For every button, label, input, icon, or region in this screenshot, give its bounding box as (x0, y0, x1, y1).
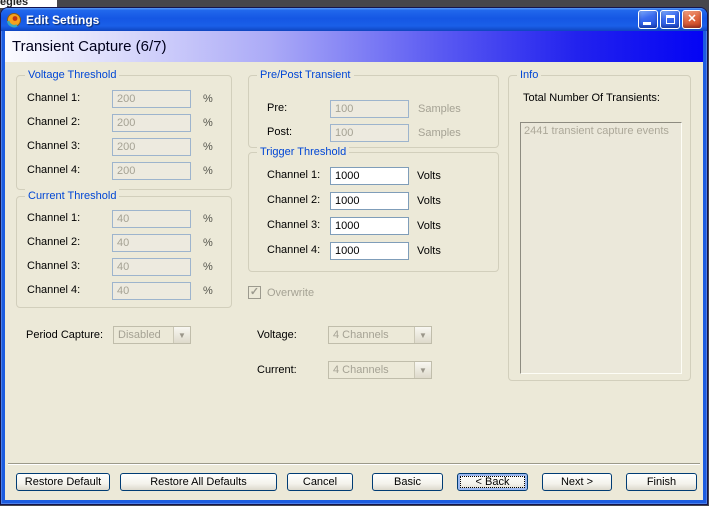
overwrite-row: ✓ Overwrite (248, 286, 314, 299)
overwrite-label: Overwrite (267, 286, 315, 299)
dialog-body: Voltage Threshold Channel 1:% Channel 2:… (5, 62, 703, 500)
cancel-button[interactable]: Cancel (287, 473, 353, 491)
close-icon: ✕ (687, 13, 697, 25)
period-capture-select: Disabled ▼ (113, 326, 191, 344)
close-button[interactable]: ✕ (682, 10, 702, 29)
trigger-ch2-unit: Volts (417, 195, 441, 207)
trigger-ch3-input[interactable] (330, 217, 409, 235)
trigger-threshold-group: Trigger Threshold Channel 1: Volts Channe… (248, 145, 499, 272)
prepost-title: Pre/Post Transient (257, 68, 354, 83)
trigger-ch1-label: Channel 1: (267, 169, 321, 181)
info-group: Info Total Number Of Transients: 2441 tr… (508, 68, 691, 381)
current-select-value: 4 Channels (333, 364, 389, 376)
page-title: Transient Capture (6/7) (12, 38, 167, 55)
current-ch2-unit: % (203, 237, 213, 249)
app-icon (6, 12, 21, 27)
voltage-select-label: Voltage: (257, 329, 297, 341)
trigger-ch2-label: Channel 2: (267, 194, 321, 206)
voltage-ch4-label: Channel 4: (27, 164, 81, 176)
trigger-ch3-label: Channel 3: (267, 219, 321, 231)
voltage-ch2-unit: % (203, 117, 213, 129)
back-button[interactable]: < Back (457, 473, 528, 491)
trigger-ch4-unit: Volts (417, 245, 441, 257)
voltage-ch2-input (112, 114, 191, 132)
prepost-transient-group: Pre/Post Transient Pre: Samples Post: Samp… (248, 68, 499, 148)
check-icon: ✓ (249, 286, 260, 298)
finish-button[interactable]: Finish (626, 473, 697, 491)
trigger-ch1-unit: Volts (417, 170, 441, 182)
background-window-fragment: egies (0, 0, 57, 8)
next-button[interactable]: Next > (542, 473, 612, 491)
period-capture-label: Period Capture: (26, 329, 104, 341)
transients-listbox[interactable]: 2441 transient capture events (520, 122, 682, 374)
basic-button[interactable]: Basic (372, 473, 443, 491)
post-unit: Samples (418, 127, 461, 139)
chevron-down-icon: ▼ (414, 362, 431, 378)
voltage-threshold-title: Voltage Threshold (25, 68, 120, 83)
voltage-ch4-input (112, 162, 191, 180)
voltage-ch2-label: Channel 2: (27, 116, 81, 128)
trigger-ch4-label: Channel 4: (267, 244, 321, 256)
voltage-select-value: 4 Channels (333, 329, 389, 341)
restore-all-defaults-button[interactable]: Restore All Defaults (120, 473, 277, 491)
current-threshold-title: Current Threshold (25, 189, 120, 204)
current-threshold-group: Current Threshold Channel 1:% Channel 2:… (16, 189, 232, 308)
pre-input (330, 100, 409, 118)
button-bar-divider (8, 463, 700, 465)
wizard-step-banner: Transient Capture (6/7) (5, 31, 703, 62)
overwrite-checkbox: ✓ (248, 286, 261, 299)
current-ch4-unit: % (203, 285, 213, 297)
voltage-ch1-label: Channel 1: (27, 92, 81, 104)
transients-list-item: 2441 transient capture events (524, 125, 669, 137)
voltage-ch4-unit: % (203, 165, 213, 177)
current-ch3-input (112, 258, 191, 276)
pre-unit: Samples (418, 103, 461, 115)
period-capture-value: Disabled (118, 329, 161, 341)
voltage-ch1-unit: % (203, 93, 213, 105)
trigger-threshold-title: Trigger Threshold (257, 145, 350, 160)
current-select-label: Current: (257, 364, 297, 376)
current-ch1-input (112, 210, 191, 228)
trigger-ch4-input[interactable] (330, 242, 409, 260)
voltage-channels-select: 4 Channels ▼ (328, 326, 432, 344)
voltage-threshold-group: Voltage Threshold Channel 1:% Channel 2:… (16, 68, 232, 190)
total-transients-label: Total Number Of Transients: (523, 92, 660, 104)
title-bar[interactable]: Edit Settings ✕ (1, 8, 707, 31)
restore-default-button[interactable]: Restore Default (16, 473, 110, 491)
current-ch2-input (112, 234, 191, 252)
trigger-ch2-input[interactable] (330, 192, 409, 210)
window-title: Edit Settings (26, 12, 100, 27)
voltage-ch3-input (112, 138, 191, 156)
current-ch4-label: Channel 4: (27, 284, 81, 296)
voltage-ch1-input (112, 90, 191, 108)
trigger-ch3-unit: Volts (417, 220, 441, 232)
minimize-icon (643, 22, 651, 25)
minimize-button[interactable] (638, 10, 658, 29)
post-input (330, 124, 409, 142)
current-ch3-unit: % (203, 261, 213, 273)
voltage-ch3-unit: % (203, 141, 213, 153)
current-ch1-unit: % (203, 213, 213, 225)
chevron-down-icon: ▼ (173, 327, 190, 343)
current-ch2-label: Channel 2: (27, 236, 81, 248)
current-channels-select: 4 Channels ▼ (328, 361, 432, 379)
current-ch1-label: Channel 1: (27, 212, 81, 224)
current-ch3-label: Channel 3: (27, 260, 81, 272)
info-title: Info (517, 68, 542, 83)
post-label: Post: (267, 126, 293, 138)
chevron-down-icon: ▼ (414, 327, 431, 343)
current-ch4-input (112, 282, 191, 300)
pre-label: Pre: (267, 102, 288, 114)
maximize-icon (665, 15, 675, 24)
voltage-ch3-label: Channel 3: (27, 140, 81, 152)
edit-settings-dialog: Edit Settings ✕ Transient Capture (6/7) … (1, 8, 707, 504)
trigger-ch1-input[interactable] (330, 167, 409, 185)
maximize-button[interactable] (660, 10, 680, 29)
